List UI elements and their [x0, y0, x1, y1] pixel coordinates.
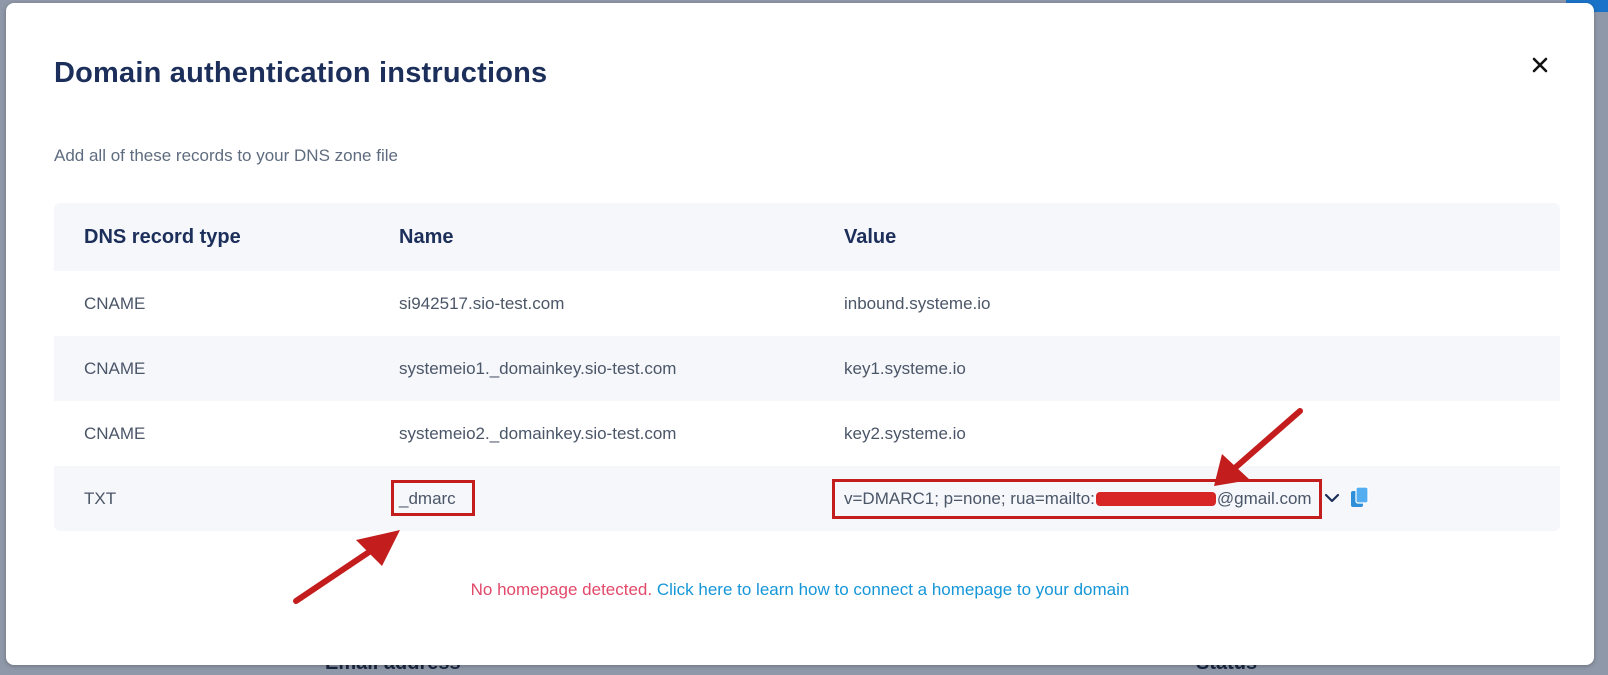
domain-auth-modal: Domain authentication instructions Add a…: [6, 3, 1594, 665]
record-value: key1.systeme.io: [844, 358, 966, 378]
homepage-notice: No homepage detected. Click here to lear…: [6, 580, 1594, 600]
record-type: CNAME: [84, 293, 146, 313]
annotation-box-value: [832, 479, 1322, 519]
header-value: Value: [844, 225, 897, 248]
close-button[interactable]: [1526, 51, 1554, 79]
modal-title: Domain authentication instructions: [54, 57, 548, 89]
table-row: CNAME si942517.sio-test.com inbound.syst…: [54, 271, 1560, 336]
annotation-box-name: [391, 480, 475, 516]
chevron-down-icon[interactable]: [1324, 492, 1340, 504]
record-name: systemeio1._domainkey.sio-test.com: [399, 358, 677, 378]
header-record-type: DNS record type: [84, 225, 241, 248]
table-row-dmarc: TXT _dmarc v=DMARC1; p=none; rua=mailto:…: [54, 466, 1560, 531]
record-value: inbound.systeme.io: [844, 293, 991, 313]
record-name: systemeio2._domainkey.sio-test.com: [399, 423, 677, 443]
record-type: CNAME: [84, 423, 146, 443]
record-type: TXT: [84, 488, 117, 508]
record-name: si942517.sio-test.com: [399, 293, 565, 313]
table-header-row: DNS record type Name Value: [54, 203, 1560, 271]
table-row: CNAME systemeio1._domainkey.sio-test.com…: [54, 336, 1560, 401]
header-name: Name: [399, 225, 454, 248]
record-type: CNAME: [84, 358, 146, 378]
connect-homepage-link[interactable]: Click here to learn how to connect a hom…: [657, 580, 1130, 599]
close-icon: [1532, 57, 1548, 73]
modal-subtitle: Add all of these records to your DNS zon…: [54, 146, 398, 165]
record-value: key2.systeme.io: [844, 423, 966, 443]
dns-records-table: DNS record type Name Value CNAME si94251…: [54, 203, 1560, 531]
table-row: CNAME systemeio2._domainkey.sio-test.com…: [54, 401, 1560, 466]
copy-icon[interactable]: [1350, 486, 1370, 510]
no-homepage-warning: No homepage detected.: [470, 580, 653, 599]
